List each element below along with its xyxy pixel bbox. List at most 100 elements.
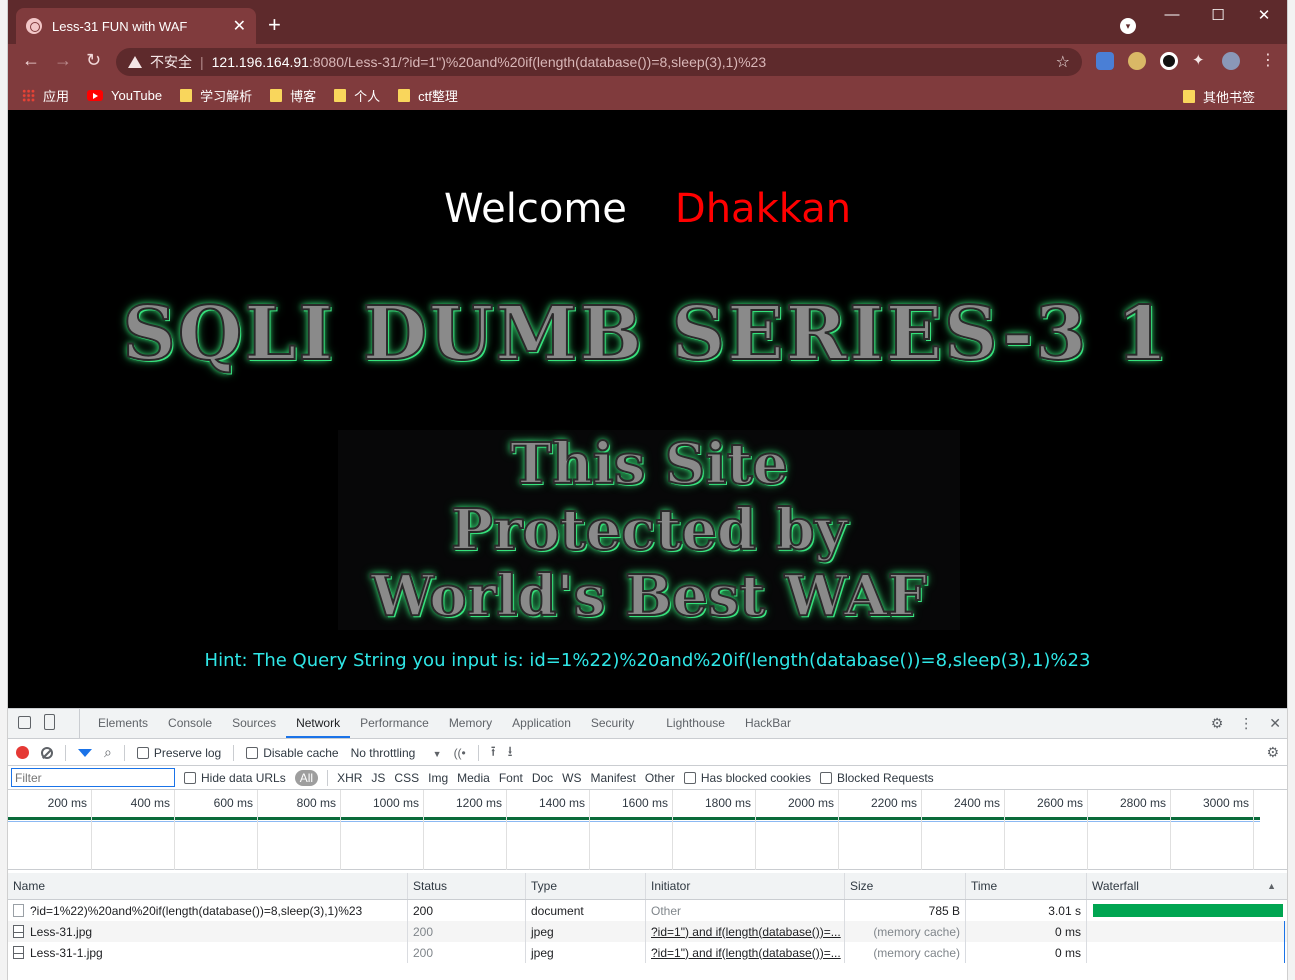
bookmark-folder-study[interactable]: 学习解析: [180, 86, 252, 105]
request-initiator-link[interactable]: ?id=1") and if(length(database())=...: [646, 942, 845, 963]
inspect-element-icon[interactable]: [18, 716, 31, 729]
hint-text: Hint: The Query String you input is: id=…: [204, 650, 1091, 671]
filter-funnel-icon[interactable]: [78, 748, 92, 757]
bookmark-apps[interactable]: 应用: [22, 86, 69, 105]
export-har-icon[interactable]: ⭳: [508, 741, 513, 765]
timeline-gridline: [174, 790, 175, 870]
network-overview-timeline[interactable]: 200 ms 400 ms 600 ms 800 ms 1000 ms 1200 ms 14…: [8, 790, 1287, 870]
column-name-header[interactable]: Name: [8, 873, 408, 899]
filter-type-font[interactable]: Font: [499, 771, 523, 785]
network-settings-gear-icon[interactable]: ⚙: [1266, 744, 1279, 761]
record-button[interactable]: [16, 746, 29, 759]
filter-type-media[interactable]: Media: [457, 771, 490, 785]
column-type-header[interactable]: Type: [526, 873, 646, 899]
new-tab-button[interactable]: +: [268, 14, 281, 36]
table-row[interactable]: Less-31-1.jpg 200 jpeg ?id=1") and if(le…: [8, 942, 1287, 963]
request-initiator-link[interactable]: ?id=1") and if(length(database())=...: [646, 921, 845, 942]
tab-hackbar[interactable]: HackBar: [735, 708, 801, 738]
request-initiator: Other: [646, 900, 845, 921]
bookmark-other[interactable]: 其他书签: [1182, 87, 1255, 106]
timeline-gridline: [921, 790, 922, 870]
filter-type-ws[interactable]: WS: [562, 771, 581, 785]
minimize-button[interactable]: —: [1149, 6, 1195, 23]
tab-elements[interactable]: Elements: [88, 708, 158, 738]
reload-icon[interactable]: ↻: [86, 50, 101, 71]
filter-type-css[interactable]: CSS: [394, 771, 419, 785]
circle-extension-icon[interactable]: [1160, 52, 1178, 70]
column-size-header[interactable]: Size: [845, 873, 966, 899]
bookmark-folder-blog[interactable]: 博客: [270, 86, 316, 105]
has-blocked-cookies-checkbox[interactable]: Has blocked cookies: [683, 771, 811, 785]
clear-icon[interactable]: [41, 746, 53, 759]
disable-cache-checkbox[interactable]: Disable cache: [246, 746, 339, 760]
maximize-button[interactable]: ☐: [1195, 6, 1241, 24]
folder-icon: [180, 88, 193, 102]
tab-console[interactable]: Console: [158, 708, 222, 738]
tab-application[interactable]: Application: [502, 708, 581, 738]
bookmark-youtube[interactable]: YouTube: [87, 88, 162, 103]
document-file-icon: [13, 904, 24, 917]
devtools-menu-icon[interactable]: ⋮: [1239, 715, 1253, 732]
table-row[interactable]: ?id=1%22)%20and%20if(length(database())=…: [8, 900, 1287, 921]
request-name-cell[interactable]: Less-31.jpg: [8, 921, 408, 942]
address-bar[interactable]: 不安全 | 121.196.164.91 :8080/Less-31/?id=1…: [116, 48, 1082, 76]
browser-tab[interactable]: Less-31 FUN with WAF ✕: [16, 8, 256, 44]
bookmark-star-icon[interactable]: ☆: [1056, 52, 1070, 72]
forward-arrow-icon[interactable]: →: [54, 50, 72, 71]
device-toolbar-icon[interactable]: [44, 714, 55, 730]
url-host: 121.196.164.91: [211, 54, 309, 70]
tab-performance[interactable]: Performance: [350, 708, 439, 738]
translate-extension-icon[interactable]: [1096, 52, 1114, 70]
timeline-gridline: [91, 790, 92, 870]
avatar[interactable]: [1222, 52, 1240, 70]
puzzle-extensions-icon[interactable]: ✦: [1192, 52, 1210, 70]
filter-input[interactable]: [11, 768, 175, 787]
timeline-tick-label: 1400 ms: [538, 796, 585, 810]
column-initiator-header[interactable]: Initiator: [646, 873, 845, 899]
timeline-gridline: [257, 790, 258, 870]
tab-network[interactable]: Network: [286, 708, 351, 738]
network-conditions-icon[interactable]: ((•: [454, 746, 466, 760]
request-waterfall-cell[interactable]: [1087, 900, 1287, 921]
timeline-gridline: [672, 790, 673, 870]
profile-menu-icon[interactable]: ▾: [1120, 18, 1136, 34]
column-time-header[interactable]: Time: [966, 873, 1087, 899]
filter-type-doc[interactable]: Doc: [532, 771, 553, 785]
search-icon[interactable]: ⌕: [104, 744, 112, 761]
close-devtools-icon[interactable]: ✕: [1269, 715, 1281, 732]
owl-extension-icon[interactable]: [1128, 52, 1146, 70]
filter-type-img[interactable]: Img: [428, 771, 448, 785]
back-arrow-icon[interactable]: ←: [22, 50, 40, 71]
request-name-cell[interactable]: ?id=1%22)%20and%20if(length(database())=…: [8, 900, 408, 921]
waterfall-marker: [1284, 942, 1285, 963]
filter-type-other[interactable]: Other: [645, 771, 675, 785]
filter-type-all[interactable]: All: [294, 769, 319, 786]
tab-sources[interactable]: Sources: [222, 708, 286, 738]
request-status: 200: [408, 942, 526, 963]
settings-gear-icon[interactable]: ⚙: [1211, 715, 1224, 732]
tab-lighthouse[interactable]: Lighthouse: [656, 708, 735, 738]
blocked-requests-checkbox[interactable]: Blocked Requests: [819, 771, 934, 785]
request-status: 200: [408, 900, 526, 921]
filter-type-manifest[interactable]: Manifest: [591, 771, 636, 785]
preserve-log-checkbox[interactable]: Preserve log: [136, 746, 221, 760]
tab-memory[interactable]: Memory: [439, 708, 502, 738]
filter-type-xhr[interactable]: XHR: [337, 771, 362, 785]
table-row[interactable]: Less-31.jpg 200 jpeg ?id=1") and if(leng…: [8, 921, 1287, 942]
kebab-menu-icon[interactable]: ⋮: [1260, 50, 1276, 70]
bookmark-folder-ctf[interactable]: ctf整理: [398, 86, 458, 105]
throttling-select[interactable]: No throttling ▼: [351, 746, 442, 760]
close-window-button[interactable]: ✕: [1241, 6, 1287, 24]
column-waterfall-header[interactable]: Waterfall ▲: [1087, 873, 1287, 899]
tab-close-icon[interactable]: ✕: [233, 16, 246, 36]
globe-icon: [26, 18, 42, 34]
import-har-icon[interactable]: ⭱: [491, 741, 496, 765]
bookmark-folder-personal[interactable]: 个人: [334, 86, 380, 105]
request-waterfall-cell[interactable]: [1087, 942, 1287, 963]
column-status-header[interactable]: Status: [408, 873, 526, 899]
request-name-cell[interactable]: Less-31-1.jpg: [8, 942, 408, 963]
tab-security[interactable]: Security: [581, 708, 644, 738]
request-waterfall-cell[interactable]: [1087, 921, 1287, 942]
hide-data-urls-checkbox[interactable]: Hide data URLs: [184, 771, 286, 785]
filter-type-js[interactable]: JS: [371, 771, 385, 785]
